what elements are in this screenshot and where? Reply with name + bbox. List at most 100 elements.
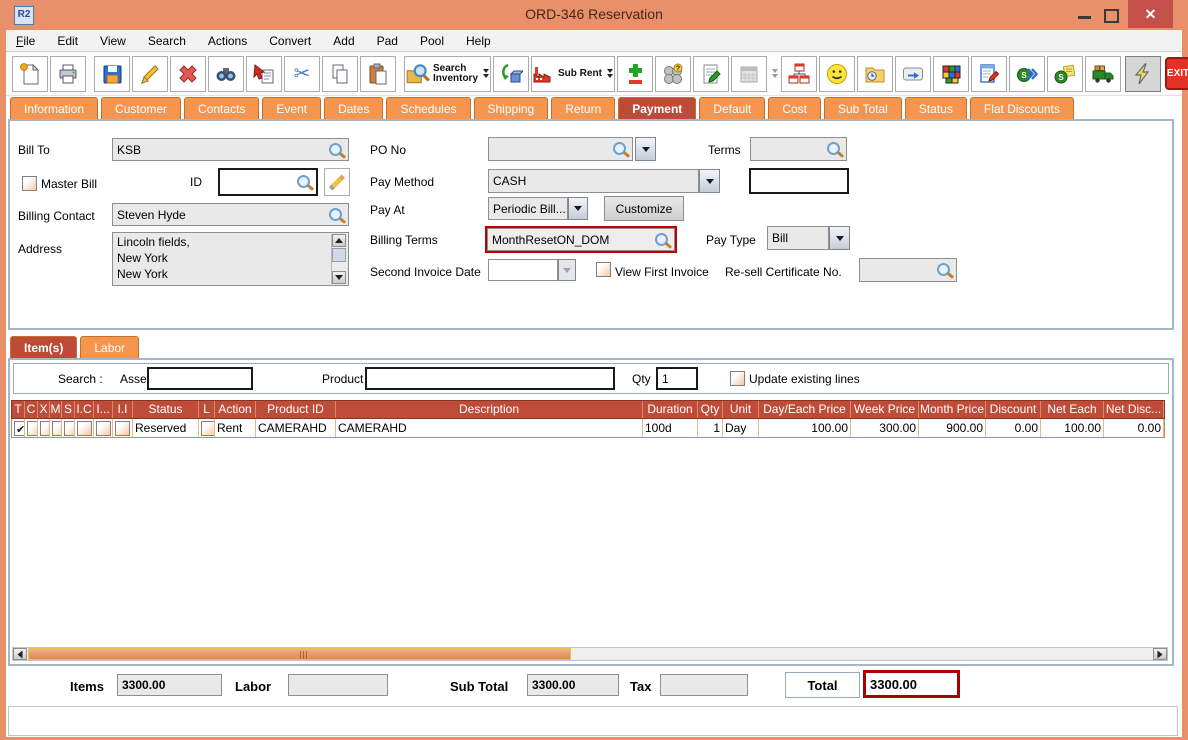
billing-terms-field[interactable]: MonthResetON_DOM — [487, 228, 675, 251]
notes-button[interactable] — [693, 56, 729, 92]
tab-event[interactable]: Event — [262, 97, 321, 119]
row-cell-13[interactable]: 100d — [643, 419, 698, 437]
row-cell-19[interactable]: 0.00 — [986, 419, 1041, 437]
row-cell-16[interactable]: 100.00 — [759, 419, 851, 437]
tab-contacts[interactable]: Contacts — [184, 97, 259, 119]
update-existing-lines-checkbox[interactable] — [730, 371, 745, 386]
resell-cert-field[interactable] — [859, 258, 957, 282]
po-no-field[interactable] — [488, 137, 633, 161]
delivery-button[interactable] — [1085, 56, 1121, 92]
column-header-5[interactable]: I.C — [75, 401, 94, 418]
resell-cert-search-icon[interactable] — [937, 263, 950, 276]
menu-file[interactable]: File — [16, 34, 35, 48]
calendar-dropdown[interactable] — [772, 69, 778, 78]
column-header-17[interactable]: Week Price — [851, 401, 919, 418]
search-inventory-button[interactable]: SearchInventory — [404, 56, 491, 92]
qty-field[interactable]: 1 — [656, 367, 698, 390]
row-cell-7[interactable] — [113, 419, 133, 437]
address-scroll-thumb[interactable] — [332, 248, 346, 262]
pay-type-combo[interactable]: Bill — [767, 226, 829, 250]
pay-method-extra-field[interactable] — [749, 168, 849, 194]
hscroll-left-button[interactable] — [13, 648, 27, 660]
column-header-15[interactable]: Unit — [723, 401, 759, 418]
row-cell-2[interactable] — [38, 419, 50, 437]
row-cell-5[interactable] — [75, 419, 94, 437]
menu-edit[interactable]: Edit — [57, 34, 78, 48]
row-cell-4[interactable] — [62, 419, 75, 437]
second-invoice-date-field[interactable] — [488, 259, 558, 281]
row-checkbox-0[interactable] — [14, 421, 25, 436]
row-cell-18[interactable]: 900.00 — [919, 419, 986, 437]
copy-button[interactable] — [322, 56, 358, 92]
hscroll-thumb[interactable] — [28, 648, 571, 660]
column-header-21[interactable]: Net Disc... — [1104, 401, 1164, 418]
billing-contact-search-icon[interactable] — [329, 208, 342, 221]
transfer-button[interactable] — [493, 56, 529, 92]
tab-payment[interactable]: Payment — [618, 97, 696, 119]
customize-button[interactable]: Customize — [604, 196, 684, 221]
minimize-button[interactable] — [1078, 16, 1091, 19]
column-header-13[interactable]: Duration — [643, 401, 698, 418]
pay-method-dropdown[interactable] — [699, 169, 720, 193]
hscroll-right-button[interactable] — [1153, 648, 1167, 660]
quick-launch-button[interactable] — [1125, 56, 1161, 92]
print-button[interactable] — [50, 56, 86, 92]
column-header-12[interactable]: Description — [336, 401, 643, 418]
tab-flat-discounts[interactable]: Flat Discounts — [970, 97, 1074, 119]
row-checkbox-4[interactable] — [64, 421, 75, 436]
column-header-0[interactable]: T — [12, 401, 25, 418]
billing-contact-field[interactable]: Steven Hyde — [112, 203, 349, 226]
tab-dates[interactable]: Dates — [324, 97, 383, 119]
row-cell-10[interactable]: Rent — [215, 419, 256, 437]
column-header-7[interactable]: I.I — [113, 401, 133, 418]
id-field[interactable] — [218, 168, 318, 196]
invoice-notes-button[interactable]: S — [1047, 56, 1083, 92]
row-checkbox-6[interactable] — [96, 421, 111, 436]
tab-items[interactable]: Item(s) — [10, 336, 77, 358]
tab-customer[interactable]: Customer — [101, 97, 181, 119]
row-checkbox-9[interactable] — [201, 421, 215, 436]
row-checkbox-3[interactable] — [52, 421, 62, 436]
cut-button[interactable]: ✂ — [284, 56, 320, 92]
bill-to-field[interactable]: KSB — [112, 138, 349, 161]
row-cell-20[interactable]: 100.00 — [1041, 419, 1104, 437]
find-button[interactable] — [208, 56, 244, 92]
column-header-14[interactable]: Qty — [698, 401, 723, 418]
delete-button[interactable] — [170, 56, 206, 92]
menu-search[interactable]: Search — [148, 34, 186, 48]
menu-add[interactable]: Add — [333, 34, 354, 48]
po-no-dropdown[interactable] — [635, 137, 656, 161]
history-button[interactable] — [857, 56, 893, 92]
customer-button[interactable] — [819, 56, 855, 92]
row-cell-17[interactable]: 300.00 — [851, 419, 919, 437]
tab-labor[interactable]: Labor — [80, 336, 139, 358]
address-field[interactable]: Lincoln fields, New York New York — [112, 232, 349, 286]
address-scrollbar[interactable] — [331, 234, 347, 284]
column-header-16[interactable]: Day/Each Price — [759, 401, 851, 418]
row-cell-1[interactable] — [25, 419, 38, 437]
bill-to-search-icon[interactable] — [329, 143, 342, 156]
menu-actions[interactable]: Actions — [208, 34, 247, 48]
tab-default[interactable]: Default — [699, 97, 765, 119]
items-table-row[interactable]: ReservedRentCAMERAHDCAMERAHD100d1Day100.… — [11, 419, 1165, 438]
view-first-invoice-checkbox[interactable] — [596, 262, 611, 277]
column-header-4[interactable]: S — [62, 401, 75, 418]
paste-button[interactable] — [360, 56, 396, 92]
row-checkbox-2[interactable] — [40, 421, 50, 436]
forward-invoice-button[interactable]: S — [1009, 56, 1045, 92]
row-cell-8[interactable]: Reserved — [133, 419, 199, 437]
column-header-11[interactable]: Product ID — [256, 401, 336, 418]
sub-rent-dropdown[interactable] — [607, 69, 613, 78]
shortcut-key-button[interactable] — [895, 56, 931, 92]
column-header-2[interactable]: X — [38, 401, 50, 418]
copy-to-shortcut-button[interactable] — [246, 56, 282, 92]
multi-set-button[interactable] — [933, 56, 969, 92]
edit-button[interactable] — [132, 56, 168, 92]
row-checkbox-7[interactable] — [115, 421, 130, 436]
pay-method-combo[interactable]: CASH — [488, 169, 699, 193]
address-scroll-down[interactable] — [332, 271, 346, 284]
terms-field[interactable] — [750, 137, 847, 161]
column-header-3[interactable]: M — [50, 401, 62, 418]
close-button[interactable]: ✕ — [1128, 0, 1173, 28]
add-remove-line-button[interactable] — [617, 56, 653, 92]
